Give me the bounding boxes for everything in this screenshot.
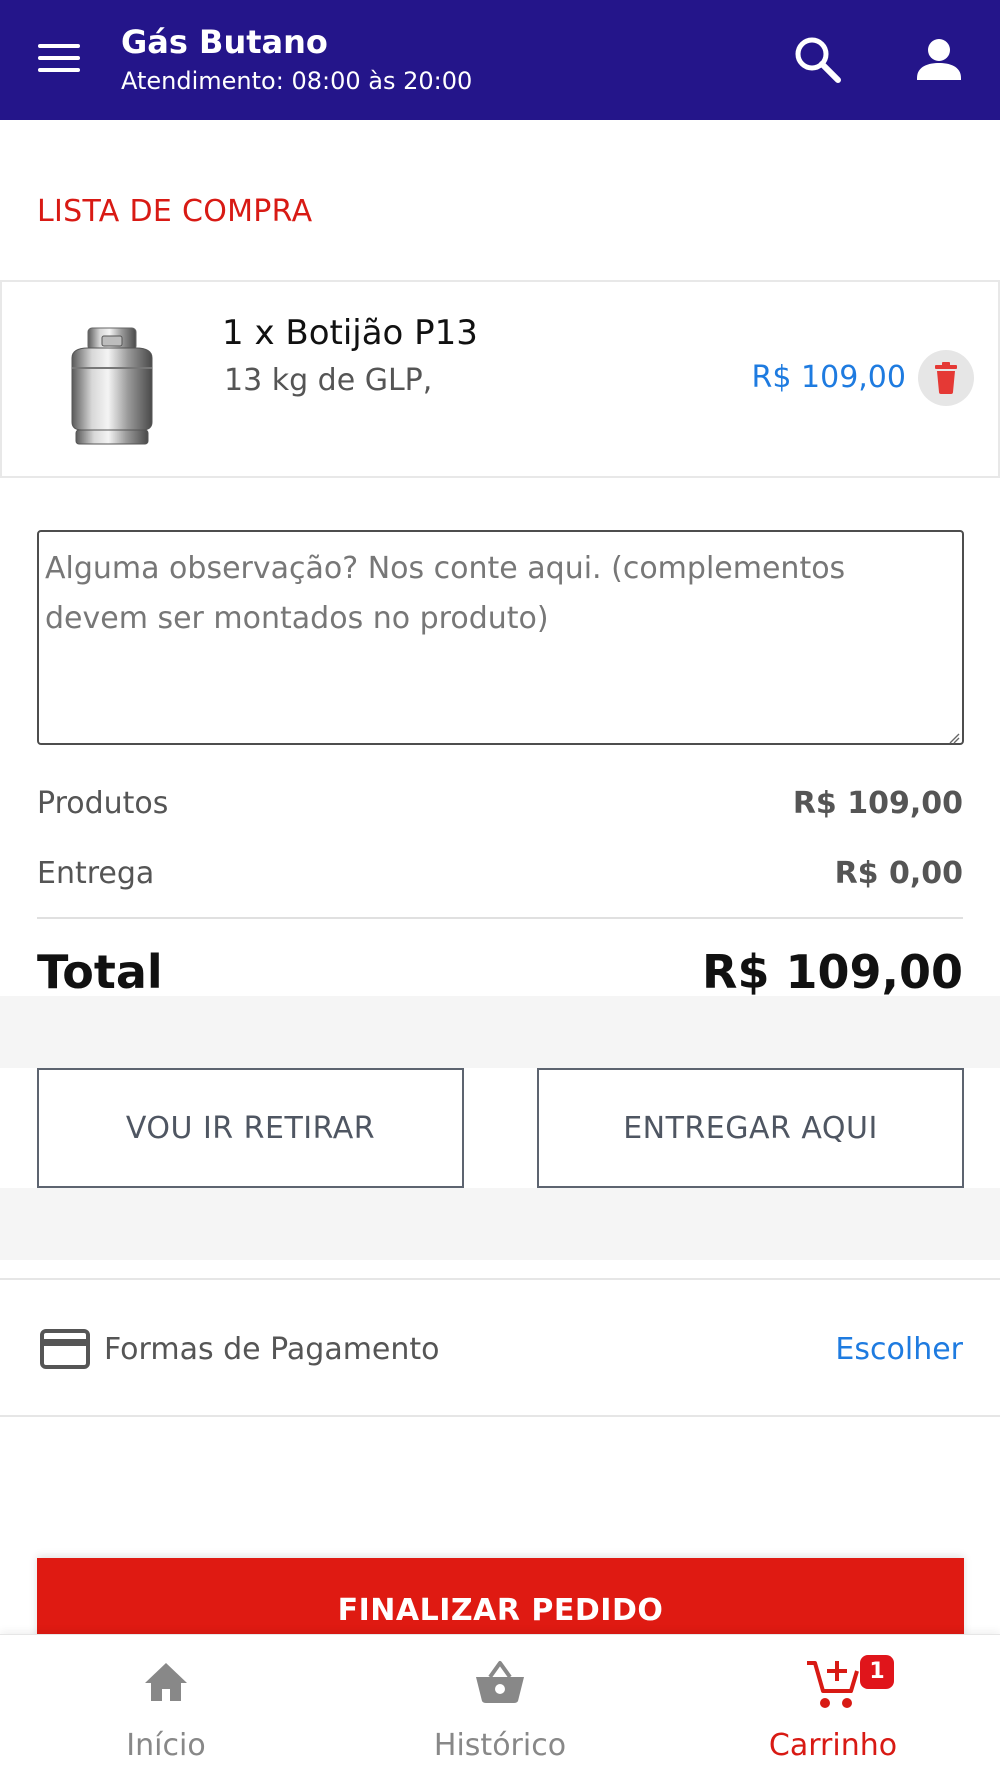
menu-icon[interactable] — [34, 40, 84, 76]
spacer-band — [0, 996, 1000, 1068]
cart-count-badge: 1 — [860, 1655, 894, 1689]
products-value: R$ 109,00 — [792, 786, 963, 821]
nav-item-inicio[interactable]: Início — [56, 1635, 276, 1778]
payment-methods-label: Formas de Pagamento — [104, 1332, 440, 1367]
nav-item-historico[interactable]: Histórico — [390, 1635, 610, 1778]
choose-payment-link[interactable]: Escolher — [835, 1330, 963, 1370]
store-hours: Atendimento: 08:00 às 20:00 — [121, 67, 473, 95]
gas-cylinder-image — [58, 322, 166, 450]
app-bar: Gás Butano Atendimento: 08:00 às 20:00 — [0, 0, 1000, 120]
resize-handle-icon[interactable] — [948, 729, 960, 744]
basket-icon — [472, 1657, 528, 1711]
deliver-here-button[interactable]: ENTREGAR AQUI — [537, 1068, 964, 1188]
nav-label-inicio: Início — [126, 1728, 206, 1763]
nav-label-carrinho: Carrinho — [768, 1728, 898, 1763]
item-name: 1 x Botijão P13 — [222, 313, 478, 353]
account-icon[interactable] — [909, 30, 969, 90]
nav-label-historico: Histórico — [433, 1728, 567, 1763]
total-label: Total — [37, 945, 163, 999]
total-value: R$ 109,00 — [702, 945, 963, 999]
item-price: R$ 109,00 — [751, 360, 906, 395]
delivery-label: Entrega — [37, 856, 155, 891]
search-icon[interactable] — [788, 30, 848, 90]
section-title: LISTA DE COMPRA — [37, 194, 313, 229]
products-label: Produtos — [37, 786, 169, 821]
nav-item-carrinho[interactable]: 1 Carrinho — [723, 1635, 943, 1778]
cart-add-icon — [805, 1657, 861, 1715]
bottom-navigation: Início Histórico 1 Carrinho — [0, 1634, 1000, 1778]
credit-card-icon — [40, 1329, 90, 1369]
store-name: Gás Butano — [121, 23, 328, 61]
observation-textarea[interactable] — [37, 530, 964, 745]
divider — [0, 1278, 1000, 1280]
cart-item[interactable]: 1 x Botijão P13 13 kg de GLP, R$ 109,00 — [0, 280, 1000, 478]
pickup-button[interactable]: VOU IR RETIRAR — [37, 1068, 464, 1188]
divider — [0, 1415, 1000, 1417]
home-icon — [141, 1657, 191, 1711]
delivery-value: R$ 0,00 — [834, 856, 963, 891]
trash-icon[interactable] — [918, 350, 974, 406]
summary-divider — [37, 917, 963, 919]
item-description: 13 kg de GLP, — [224, 363, 433, 398]
spacer-band — [0, 1188, 1000, 1260]
